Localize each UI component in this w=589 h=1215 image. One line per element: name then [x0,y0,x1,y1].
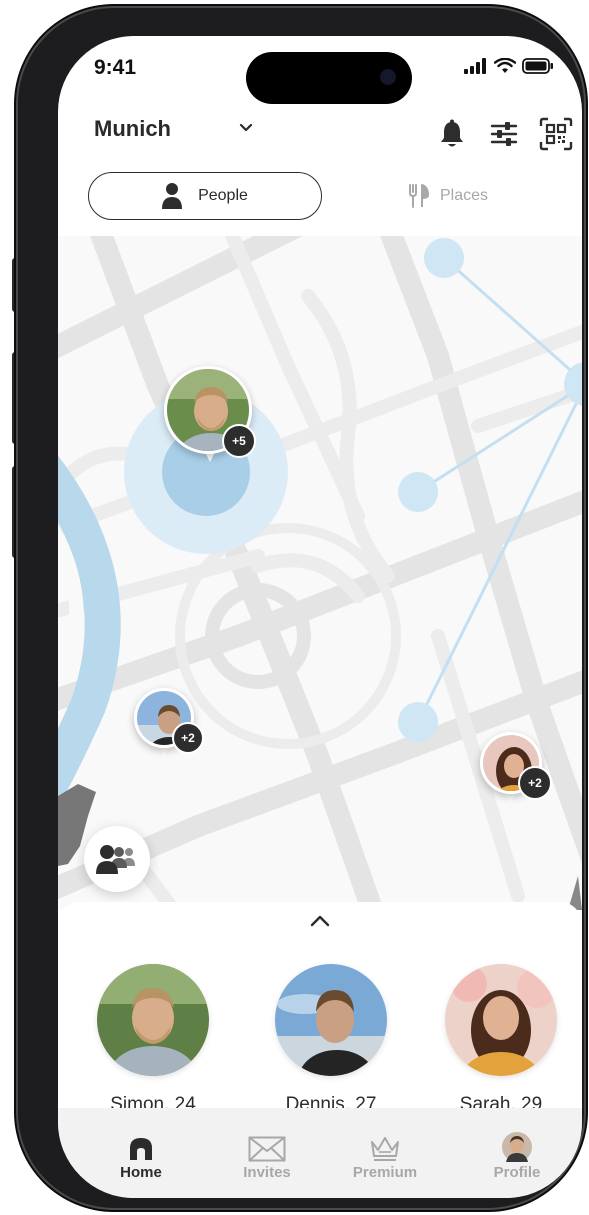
group-people-button[interactable] [84,826,150,892]
person-icon [162,183,183,209]
person-card[interactable]: Simon, 24 [96,964,210,1116]
envelope-icon [248,1136,286,1162]
wifi-icon [494,58,516,73]
pin-count-badge: +5 [222,424,256,458]
fork-knife-icon [409,184,429,208]
map-pin-right[interactable]: +2 [480,732,562,812]
crown-icon [371,1137,399,1161]
map-pin-large[interactable]: +5 [162,366,258,466]
person-avatar [445,964,557,1076]
dynamic-island [246,52,412,104]
bottom-tab-bar: Home Invites Premium Profile [58,1108,582,1198]
tab-profile-label: Profile [493,1164,541,1181]
tab-premium[interactable]: Premium [340,1130,430,1181]
tab-premium-label: Premium [352,1164,418,1181]
notifications-button[interactable] [432,114,472,154]
pin-count-badge: +2 [172,722,204,754]
chevron-down-icon[interactable] [238,122,254,134]
status-time: 9:41 [94,56,137,79]
map-pin-left[interactable]: +2 [134,688,212,764]
signal-icon [464,58,486,74]
qr-scan-button[interactable] [536,114,576,154]
tab-home-label: Home [120,1164,162,1181]
pin-count-badge: +2 [518,766,552,800]
tab-places-label: Places [440,187,489,204]
filter-button[interactable] [484,114,524,154]
status-icons [464,58,554,74]
tab-home[interactable]: Home [96,1130,186,1181]
chevron-up-icon[interactable] [309,914,331,928]
phone-frame: 9:41 Munich People Places +5 +2 +2 Simon… [18,8,584,1208]
person-card[interactable]: Sarah, 29 [444,964,558,1116]
person-card[interactable]: Dennis, 27 [274,964,388,1116]
group-people-icon [96,845,135,874]
tab-people[interactable]: People [88,172,322,220]
tab-people-label: People [198,187,248,204]
tab-places[interactable]: Places [408,172,488,220]
city-selector-label[interactable]: Munich [94,116,171,142]
qr-code-icon [539,117,573,151]
home-icon [130,1138,152,1160]
battery-icon [522,58,553,74]
nearby-people-sheet[interactable]: Simon, 24 Dennis, 27 Sarah, 29 [58,902,582,1115]
app-screen: 9:41 Munich People Places +5 +2 +2 Simon… [58,36,582,1198]
bell-icon [441,119,463,147]
map-view[interactable]: +5 +2 +2 [58,205,582,937]
tab-profile[interactable]: Profile [472,1130,562,1181]
tab-invites-label: Invites [243,1164,291,1181]
avatar-icon [502,1132,532,1162]
person-avatar [97,964,209,1076]
filter-sliders-icon [490,122,518,146]
person-avatar [275,964,387,1076]
tab-invites[interactable]: Invites [222,1130,312,1181]
